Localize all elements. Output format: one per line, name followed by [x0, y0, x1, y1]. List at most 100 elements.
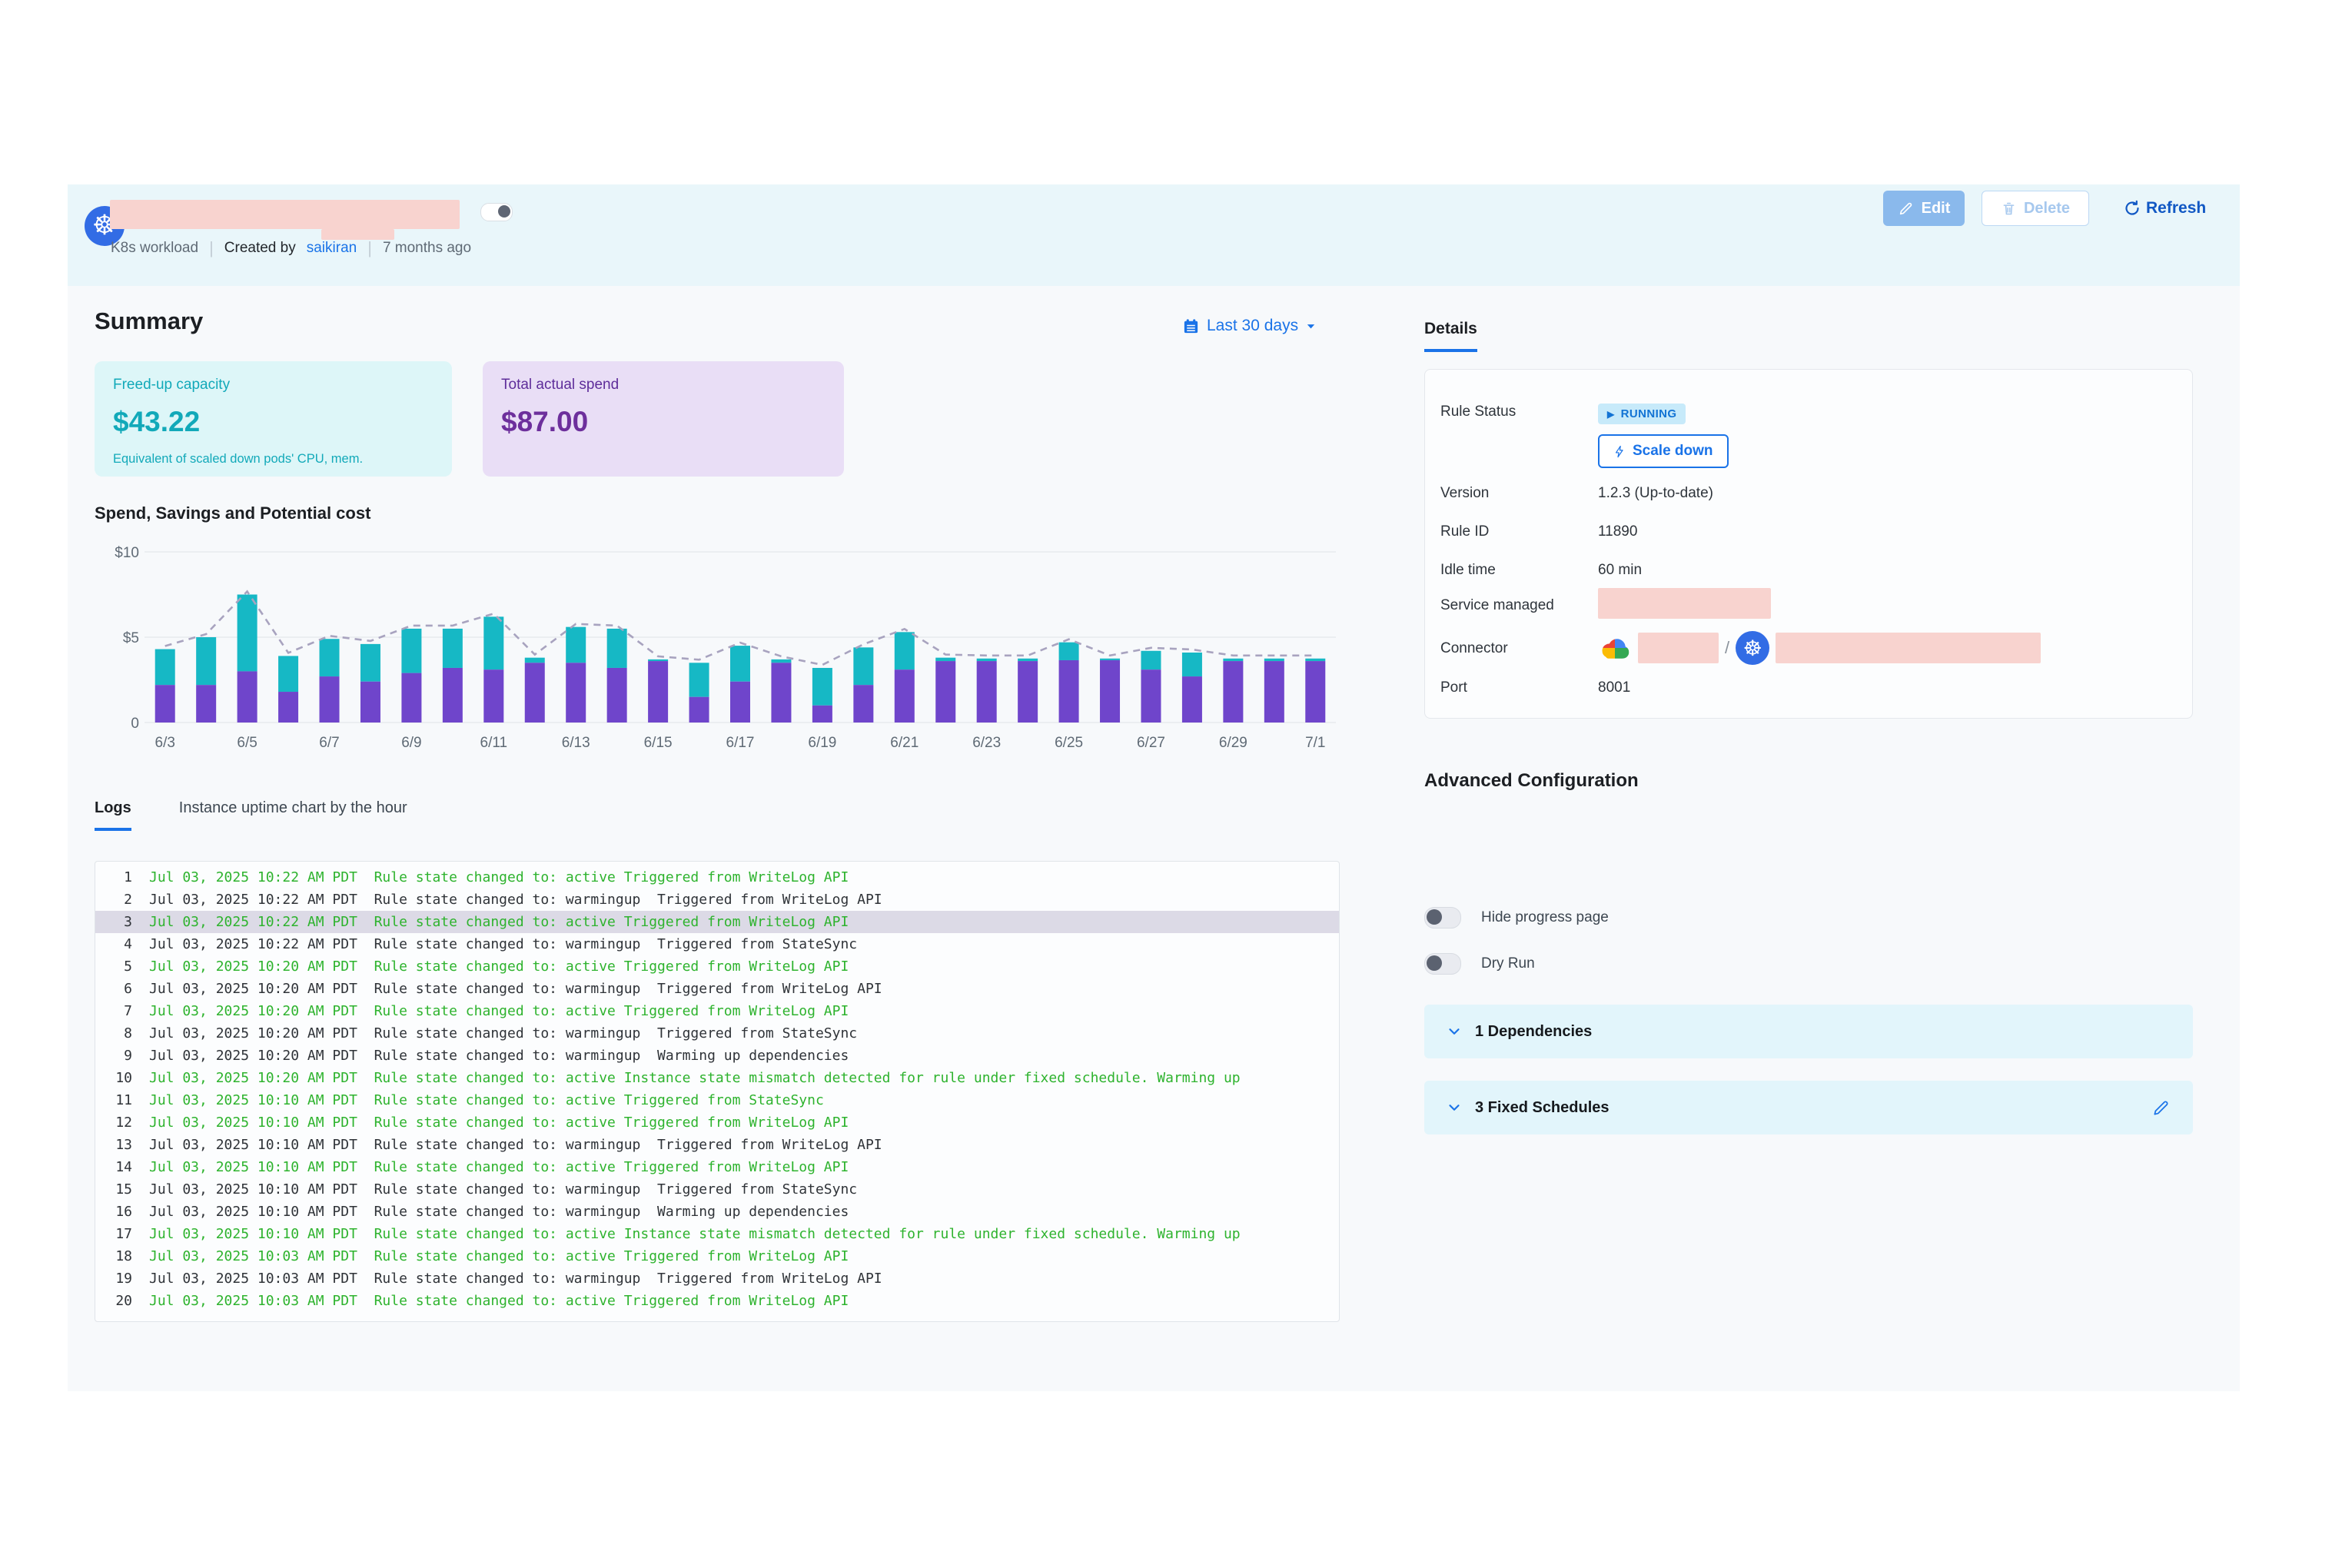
- service-managed-redacted: [1598, 588, 1771, 619]
- refresh-icon: [2123, 199, 2141, 218]
- card-caption: Equivalent of scaled down pods' CPU, mem…: [113, 452, 434, 467]
- workload-title-redacted: [110, 200, 460, 229]
- details-card: Rule Status ▶ RUNNING Scale down Version…: [1424, 369, 2193, 719]
- delete-button[interactable]: Delete: [1982, 191, 2089, 226]
- log-row-message: Jul 03, 2025 10:22 AM PDT Rule state cha…: [149, 911, 849, 933]
- svg-text:6/15: 6/15: [644, 735, 673, 751]
- log-row-number: 1: [95, 866, 132, 889]
- version-value: 1.2.3 (Up-to-date): [1598, 485, 1713, 502]
- log-row[interactable]: 12Jul 03, 2025 10:10 AM PDT Rule state c…: [95, 1111, 1339, 1134]
- log-row-number: 11: [95, 1089, 132, 1111]
- log-row[interactable]: 8Jul 03, 2025 10:20 AM PDT Rule state ch…: [95, 1022, 1339, 1045]
- log-row-number: 20: [95, 1290, 132, 1312]
- log-row-number: 5: [95, 955, 132, 978]
- log-row-number: 3: [95, 911, 132, 933]
- log-row-number: 10: [95, 1067, 132, 1089]
- log-row-message: Jul 03, 2025 10:22 AM PDT Rule state cha…: [149, 933, 857, 955]
- log-row[interactable]: 7Jul 03, 2025 10:20 AM PDT Rule state ch…: [95, 1000, 1339, 1022]
- log-row-number: 2: [95, 889, 132, 911]
- log-row[interactable]: 13Jul 03, 2025 10:10 AM PDT Rule state c…: [95, 1134, 1339, 1156]
- log-row-message: Jul 03, 2025 10:10 AM PDT Rule state cha…: [149, 1089, 824, 1111]
- log-row[interactable]: 10 Jul 03, 2025 10:20 AM PDT Rule state c…: [95, 1067, 1339, 1089]
- svg-text:6/27: 6/27: [1137, 735, 1165, 751]
- divider: |: [209, 238, 214, 258]
- log-row[interactable]: 5 Jul 03, 2025 10:20 AM PDT Rule state ch…: [95, 955, 1339, 978]
- toggle-label: Dry Run: [1481, 955, 1535, 972]
- created-by-user-link[interactable]: saikiran: [307, 240, 357, 257]
- tab-uptime-chart[interactable]: Instance uptime chart by the hour: [179, 799, 407, 831]
- content-area: Summary Last 30 days Freed-up capacity $…: [68, 286, 2240, 1391]
- svg-text:6/9: 6/9: [401, 735, 421, 751]
- dry-run-toggle[interactable]: [1424, 953, 1461, 975]
- log-row[interactable]: 16 Jul 03, 2025 10:10 AM PDT Rule state c…: [95, 1201, 1339, 1223]
- log-row[interactable]: 20 Jul 03, 2025 10:03 AM PDT Rule state c…: [95, 1290, 1339, 1312]
- log-row-number: 12: [95, 1111, 132, 1134]
- status-badge: ▶ RUNNING: [1598, 404, 1686, 424]
- edit-pencil-icon[interactable]: [2151, 1098, 2171, 1118]
- created-by-label: Created by: [224, 240, 296, 257]
- tab-details[interactable]: Details: [1424, 320, 1477, 352]
- log-row-message: Jul 03, 2025 10:20 AM PDT Rule state cha…: [149, 955, 849, 978]
- refresh-button[interactable]: Refresh: [2118, 191, 2211, 226]
- spend-savings-chart: 0$5$106/36/56/76/96/116/136/156/176/196/…: [95, 538, 1340, 769]
- log-row-message: Jul 03, 2025 10:03 AM PDT Rule state cha…: [149, 1290, 849, 1312]
- log-row[interactable]: 19Jul 03, 2025 10:03 AM PDT Rule state c…: [95, 1267, 1339, 1290]
- log-row[interactable]: 3 Jul 03, 2025 10:22 AM PDT Rule state ch…: [95, 911, 1339, 933]
- header-toggle[interactable]: [480, 203, 513, 221]
- log-row[interactable]: 11 Jul 03, 2025 10:10 AM PDT Rule state c…: [95, 1089, 1339, 1111]
- tab-logs[interactable]: Logs: [95, 799, 131, 831]
- svg-text:6/11: 6/11: [480, 735, 508, 751]
- spacer-label: [1440, 434, 1598, 468]
- log-row[interactable]: 2Jul 03, 2025 10:22 AM PDT Rule state ch…: [95, 889, 1339, 911]
- svg-text:6/13: 6/13: [562, 735, 590, 751]
- log-row[interactable]: 6Jul 03, 2025 10:20 AM PDT Rule state ch…: [95, 978, 1339, 1000]
- svg-text:6/17: 6/17: [726, 735, 755, 751]
- card-label: Total actual spend: [501, 377, 826, 394]
- fixed-schedules-accordion[interactable]: 3 Fixed Schedules: [1424, 1081, 2193, 1134]
- log-row[interactable]: 14 Jul 03, 2025 10:10 AM PDT Rule state c…: [95, 1156, 1339, 1178]
- dependencies-accordion[interactable]: 1 Dependencies: [1424, 1005, 2193, 1058]
- calendar-icon: [1182, 317, 1200, 335]
- log-row-message: Jul 03, 2025 10:20 AM PDT Rule state cha…: [149, 1045, 849, 1067]
- version-row: Version 1.2.3 (Up-to-date): [1440, 485, 1713, 502]
- refresh-button-label: Refresh: [2146, 199, 2206, 218]
- version-label: Version: [1440, 485, 1598, 502]
- advanced-config-title: Advanced Configuration: [1424, 770, 1639, 792]
- log-row-number: 13: [95, 1134, 132, 1156]
- log-row-number: 19: [95, 1267, 132, 1290]
- hide-progress-toggle[interactable]: [1424, 907, 1461, 929]
- log-list[interactable]: 1 Jul 03, 2025 10:22 AM PDT Rule state ch…: [95, 861, 1340, 1322]
- log-row-number: 14: [95, 1156, 132, 1178]
- log-row[interactable]: 17Jul 03, 2025 10:10 AM PDT Rule state c…: [95, 1223, 1339, 1245]
- connector-separator: /: [1725, 638, 1729, 658]
- log-row-message: Jul 03, 2025 10:10 AM PDT Rule state cha…: [149, 1201, 849, 1223]
- edit-button[interactable]: Edit: [1883, 191, 1965, 226]
- log-row[interactable]: 18Jul 03, 2025 10:03 AM PDT Rule state c…: [95, 1245, 1339, 1267]
- chart-svg: 0$5$106/36/56/76/96/116/136/156/176/196/…: [95, 538, 1340, 769]
- dry-run-toggle-row: Dry Run: [1424, 953, 1535, 975]
- log-row-message: Jul 03, 2025 10:20 AM PDT Rule state cha…: [149, 1067, 1241, 1089]
- connector-label: Connector: [1440, 640, 1598, 665]
- port-label: Port: [1440, 679, 1598, 696]
- workload-type-label: K8s workload: [111, 240, 198, 257]
- rule-status-label: Rule Status: [1440, 404, 1598, 424]
- log-row-number: 6: [95, 978, 132, 1000]
- svg-text:0: 0: [131, 716, 139, 732]
- log-row[interactable]: 9Jul 03, 2025 10:20 AM PDT Rule state ch…: [95, 1045, 1339, 1067]
- log-row-message: Jul 03, 2025 10:10 AM PDT Rule state cha…: [149, 1223, 1241, 1245]
- delete-button-label: Delete: [2024, 200, 2070, 218]
- connector-row: Connector / ☸: [1440, 640, 2041, 665]
- log-row[interactable]: 4Jul 03, 2025 10:22 AM PDT Rule state ch…: [95, 933, 1339, 955]
- toggle-knob: [498, 205, 510, 218]
- log-row-message: Jul 03, 2025 10:10 AM PDT Rule state cha…: [149, 1156, 849, 1178]
- svg-text:6/7: 6/7: [319, 735, 339, 751]
- port-row: Port 8001: [1440, 679, 1630, 696]
- date-range-dropdown[interactable]: Last 30 days: [1182, 317, 1317, 335]
- scale-down-button[interactable]: Scale down: [1598, 434, 1729, 468]
- log-row-number: 16: [95, 1201, 132, 1223]
- card-label: Freed-up capacity: [113, 377, 434, 394]
- log-row[interactable]: 15Jul 03, 2025 10:10 AM PDT Rule state c…: [95, 1178, 1339, 1201]
- total-spend-card: Total actual spend $87.00: [483, 361, 844, 477]
- log-row[interactable]: 1Jul 03, 2025 10:22 AM PDT Rule state ch…: [95, 866, 1339, 889]
- scale-down-row: Scale down: [1440, 434, 1729, 468]
